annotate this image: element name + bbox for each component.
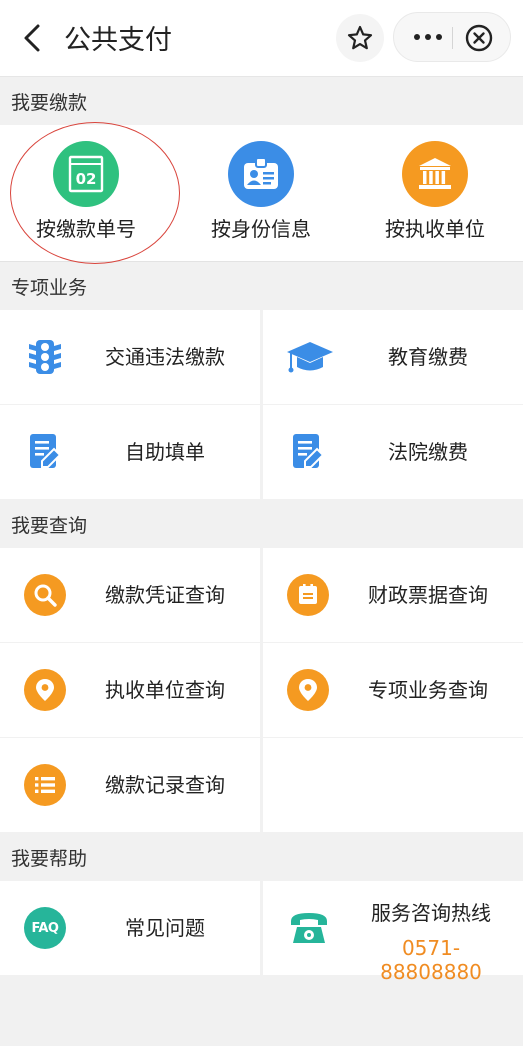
building-icon	[402, 141, 468, 207]
id-card-icon	[228, 141, 294, 207]
favorite-button[interactable]	[336, 14, 384, 62]
pay-by-unit-button[interactable]: 按执收单位	[355, 141, 515, 242]
hotline-phone[interactable]: 0571-88808880	[353, 936, 509, 984]
self-fill-form-label: 自助填单	[125, 440, 205, 464]
section-title-special: 专项业务	[11, 277, 88, 299]
list-icon	[24, 764, 66, 806]
location-pin-icon	[24, 669, 66, 711]
mini-program-capsule	[393, 12, 511, 62]
receipt-icon	[287, 574, 329, 616]
payment-record-query-label: 缴款记录查询	[105, 773, 225, 797]
special-business-query-button[interactable]: 专项业务查询	[263, 643, 523, 737]
court-fee-label: 法院缴费	[388, 440, 468, 464]
section-title-help: 我要帮助	[11, 848, 88, 870]
help-grid: FAQ 常见问题 服务咨询热线 0571-88808880	[0, 881, 523, 984]
education-fee-label: 教育缴费	[388, 345, 468, 369]
education-fee-button[interactable]: 教育缴费	[263, 310, 523, 404]
hotline-label: 服务咨询热线	[371, 901, 491, 925]
pay-by-id-button[interactable]: 按身份信息	[181, 141, 341, 242]
faq-icon: FAQ	[24, 907, 66, 949]
top-bar: 公共支付	[0, 0, 523, 77]
payment-voucher-query-label: 缴款凭证查询	[105, 583, 225, 607]
collecting-unit-query-button[interactable]: 执收单位查询	[0, 643, 260, 737]
payment-voucher-query-button[interactable]: 缴款凭证查询	[0, 548, 260, 642]
highlight-circle	[10, 122, 180, 264]
pay-by-unit-label: 按执收单位	[385, 217, 485, 241]
more-dots-icon	[414, 34, 420, 40]
location-pin-icon	[287, 669, 329, 711]
court-fee-button[interactable]: 法院缴费	[263, 405, 523, 499]
page-title: 公共支付	[64, 25, 172, 56]
magnifier-icon	[24, 574, 66, 616]
graduation-cap-icon	[287, 342, 333, 373]
collecting-unit-query-label: 执收单位查询	[105, 678, 225, 702]
pay-by-id-label: 按身份信息	[211, 217, 311, 241]
hotline-info: 服务咨询热线 0571-88808880	[353, 897, 509, 984]
edit-form-icon	[30, 434, 62, 468]
pay-options: 02 按缴款单号 按身份信息 按执收单位	[0, 122, 523, 264]
special-grid: 交通违法缴款 教育缴费 自助填单 法院缴费	[0, 310, 523, 499]
traffic-violation-label: 交通违法缴款	[105, 345, 225, 369]
capsule-divider	[452, 27, 453, 49]
self-fill-form-button[interactable]: 自助填单	[0, 405, 260, 499]
more-button[interactable]	[408, 25, 448, 49]
fiscal-receipt-query-label: 财政票据查询	[368, 583, 488, 607]
faq-label: 常见问题	[125, 916, 205, 940]
back-arrow-icon[interactable]	[18, 22, 48, 54]
special-business-query-label: 专项业务查询	[368, 678, 488, 702]
hotline-button[interactable]: 服务咨询热线 0571-88808880	[263, 881, 523, 984]
section-title-query: 我要查询	[11, 515, 88, 537]
traffic-violation-button[interactable]: 交通违法缴款	[0, 310, 260, 404]
close-circle-icon[interactable]	[464, 23, 494, 53]
section-title-pay: 我要缴款	[11, 92, 88, 114]
traffic-light-icon	[29, 340, 61, 374]
fiscal-receipt-query-button[interactable]: 财政票据查询	[263, 548, 523, 642]
empty-cell	[263, 738, 523, 832]
telephone-icon	[291, 913, 327, 943]
query-grid: 缴款凭证查询 财政票据查询 执收单位查询 专项业务查询 缴款记录查询	[0, 548, 523, 832]
star-icon	[347, 25, 373, 50]
payment-record-query-button[interactable]: 缴款记录查询	[0, 738, 260, 832]
edit-form-icon	[293, 434, 325, 468]
faq-button[interactable]: FAQ 常见问题	[0, 881, 260, 975]
